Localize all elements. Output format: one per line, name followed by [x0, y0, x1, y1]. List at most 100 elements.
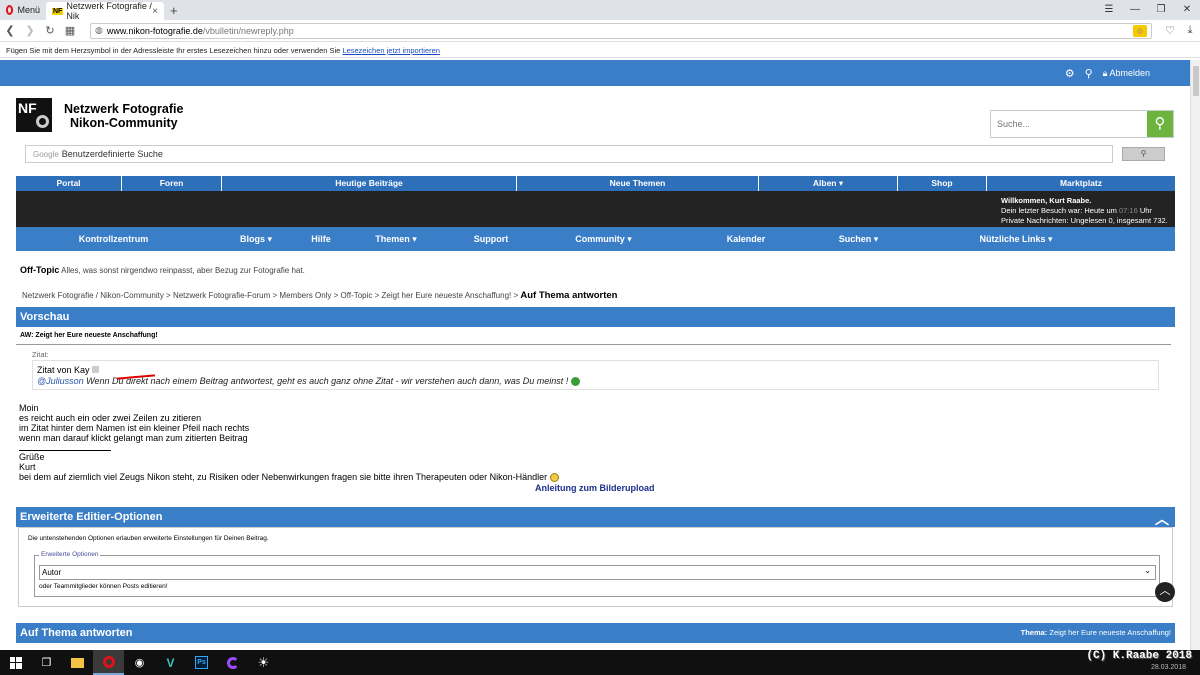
tab-title: Netzwerk Fotografie / Nik: [66, 1, 152, 21]
url-field[interactable]: ◍ www.nikon-fotografie.de /vbulletin/new…: [90, 22, 1152, 39]
primary-nav: Portal Foren Heutige Beiträge Neue Theme…: [16, 176, 1175, 191]
page-scrollbar[interactable]: [1190, 60, 1200, 650]
taskbar-app-v[interactable]: V: [155, 650, 186, 675]
quote-text: Wenn Du direkt nach einem Beitrag antwor…: [83, 376, 571, 386]
gear-icon[interactable]: ⚙: [1065, 67, 1075, 80]
sun-icon: ☀: [257, 654, 270, 670]
nav-alben[interactable]: Alben ▾: [759, 176, 898, 191]
preview-subject: AW: Zeigt her Eure neueste Anschaffung!: [20, 332, 158, 339]
windows-logo-icon: [9, 656, 22, 669]
globe-app-icon: ◉: [134, 657, 145, 669]
window-controls: ☰ — ❐ ✕: [1096, 0, 1200, 20]
quote-author: Kay: [74, 365, 90, 375]
bookmark-heart-icon[interactable]: ♡: [1160, 24, 1180, 37]
ad-blocker-icon[interactable]: ⦸: [1133, 24, 1147, 37]
site-favicon-icon: NF: [52, 7, 64, 15]
thema-value[interactable]: Zeigt her Eure neueste Anschaffung!: [1047, 628, 1171, 637]
reload-button[interactable]: ↻: [40, 24, 60, 37]
google-search-button[interactable]: ⚲: [1122, 147, 1165, 161]
google-search-input[interactable]: Google Benutzerdefinierte Suche: [25, 145, 1113, 163]
photoshop-icon: Ps: [195, 656, 208, 669]
nav-heutige-beitraege[interactable]: Heutige Beiträge: [222, 176, 517, 191]
editor-permission-select[interactable]: Autor: [39, 565, 1156, 580]
forward-button[interactable]: ❯: [20, 24, 40, 37]
new-tab-button[interactable]: +: [164, 0, 184, 20]
task-view-button[interactable]: ❐: [31, 650, 62, 675]
message-line: es reicht auch ein oder zwei Zeilen zu z…: [19, 413, 202, 423]
start-button[interactable]: [0, 650, 31, 675]
tab-menu-icon[interactable]: ☰: [1096, 0, 1122, 20]
bookmark-bar: Fügen Sie mit dem Herzsymbol in der Adre…: [0, 42, 1200, 58]
forum-description: Alles, was sonst nirgendwo reinpasst, ab…: [59, 266, 305, 275]
browser-tab-active[interactable]: NF Netzwerk Fotografie / Nik ×: [46, 1, 164, 21]
site-search-input[interactable]: [991, 111, 1147, 137]
close-window-button[interactable]: ✕: [1174, 0, 1200, 20]
nav-kalender[interactable]: Kalender: [676, 234, 816, 244]
c-app-icon: [226, 656, 239, 669]
minimize-button[interactable]: —: [1122, 0, 1148, 20]
tab-close-icon[interactable]: ×: [152, 6, 158, 17]
copyright-watermark: (C) K.Raabe 2018: [1086, 650, 1192, 662]
quote-mention[interactable]: @Juliusson: [37, 376, 84, 386]
smiley-icon: [549, 473, 559, 483]
import-bookmarks-link[interactable]: Lesezeichen jetzt importieren: [342, 46, 440, 55]
chevron-down-icon: ⌄: [1144, 566, 1151, 575]
signature-text: bei dem auf ziemlich viel Zeugs Nikon st…: [19, 472, 550, 482]
user-icon[interactable]: ⚲: [1085, 67, 1093, 80]
scroll-to-top-button[interactable]: ︿: [1155, 582, 1175, 602]
speed-dial-icon[interactable]: ▦: [60, 24, 80, 37]
nav-portal[interactable]: Portal: [16, 176, 122, 191]
advanced-options-panel: Die untenstehenden Optionen erlauben erw…: [18, 527, 1173, 607]
taskbar-opera[interactable]: [93, 650, 124, 675]
site-title-line2: Nikon-Community: [70, 116, 178, 130]
globe-smiley-icon: [570, 377, 580, 387]
taskbar-app-c[interactable]: [217, 650, 248, 675]
maximize-button[interactable]: ❐: [1148, 0, 1174, 20]
nav-blogs[interactable]: Blogs ▾: [211, 234, 301, 245]
search-icon[interactable]: ⚲: [1147, 111, 1173, 137]
nav-support[interactable]: Support: [451, 234, 531, 244]
nav-marktplatz[interactable]: Marktplatz: [987, 176, 1175, 191]
google-label: Google: [33, 149, 59, 159]
view-post-arrow-icon[interactable]: [91, 366, 99, 373]
opera-menu-button[interactable]: Menü: [0, 0, 46, 20]
taskbar-app-sun[interactable]: ☀: [248, 650, 279, 675]
thema-label: Thema:: [1020, 628, 1048, 637]
taskbar-explorer[interactable]: [62, 650, 93, 675]
user-welcome-bar: Willkommen, Kurt Raabe. Dein letzter Bes…: [16, 191, 1175, 227]
last-visit-text: Dein letzter Besuch war: Heute um: [1001, 206, 1119, 215]
logout-link[interactable]: 🔒︎ Abmelden: [1103, 68, 1150, 79]
collapse-chevron-up-icon[interactable]: ︿: [1155, 509, 1169, 529]
upload-guide-link[interactable]: Anleitung zum Bilderupload: [535, 483, 655, 493]
private-messages-link[interactable]: Private Nachrichten: Ungelesen 0, insges…: [1001, 216, 1168, 225]
taskbar-photoshop[interactable]: Ps: [186, 650, 217, 675]
task-view-icon: ❐: [41, 657, 52, 669]
breadcrumb-path[interactable]: Netzwerk Fotografie / Nikon-Community > …: [22, 291, 520, 300]
scrollbar-thumb[interactable]: [1193, 66, 1199, 96]
nav-kontrollzentrum[interactable]: Kontrollzentrum: [16, 234, 211, 244]
nav-foren[interactable]: Foren: [122, 176, 222, 191]
opera-icon: [102, 655, 115, 668]
windows-taskbar: ❐ ◉ V Ps ☀: [0, 650, 1200, 675]
nav-neue-themen[interactable]: Neue Themen: [517, 176, 759, 191]
divider: [16, 344, 1171, 345]
bookmark-hint: Fügen Sie mit dem Herzsymbol in der Adre…: [6, 46, 343, 55]
nav-community[interactable]: Community ▾: [531, 234, 676, 245]
nav-themen[interactable]: Themen ▾: [341, 234, 451, 245]
download-icon[interactable]: ⤓: [1180, 24, 1200, 37]
taskbar-app-globe[interactable]: ◉: [124, 650, 155, 675]
nav-suchen[interactable]: Suchen ▾: [816, 234, 901, 245]
thread-info: Thema: Zeigt her Eure neueste Anschaffun…: [1021, 623, 1171, 643]
back-button[interactable]: ❮: [0, 24, 20, 37]
nav-hilfe[interactable]: Hilfe: [301, 234, 341, 244]
nav-nuetzliche-links[interactable]: Nützliche Links ▾: [901, 234, 1131, 245]
advanced-description: Die untenstehenden Optionen erlauben erw…: [28, 535, 269, 542]
site-title-line1: Netzwerk Fotografie: [64, 102, 184, 116]
welcome-box: Willkommen, Kurt Raabe. Dein letzter Bes…: [1001, 196, 1168, 226]
reply-heading: Auf Thema antworten: [20, 627, 133, 639]
forum-name[interactable]: Off-Topic: [20, 265, 59, 275]
site-logo[interactable]: NF: [16, 98, 52, 132]
main-nav: Kontrollzentrum Blogs ▾ Hilfe Themen ▾ S…: [16, 227, 1175, 251]
nav-shop[interactable]: Shop: [898, 176, 987, 191]
quote-label: Zitat:: [32, 350, 49, 359]
